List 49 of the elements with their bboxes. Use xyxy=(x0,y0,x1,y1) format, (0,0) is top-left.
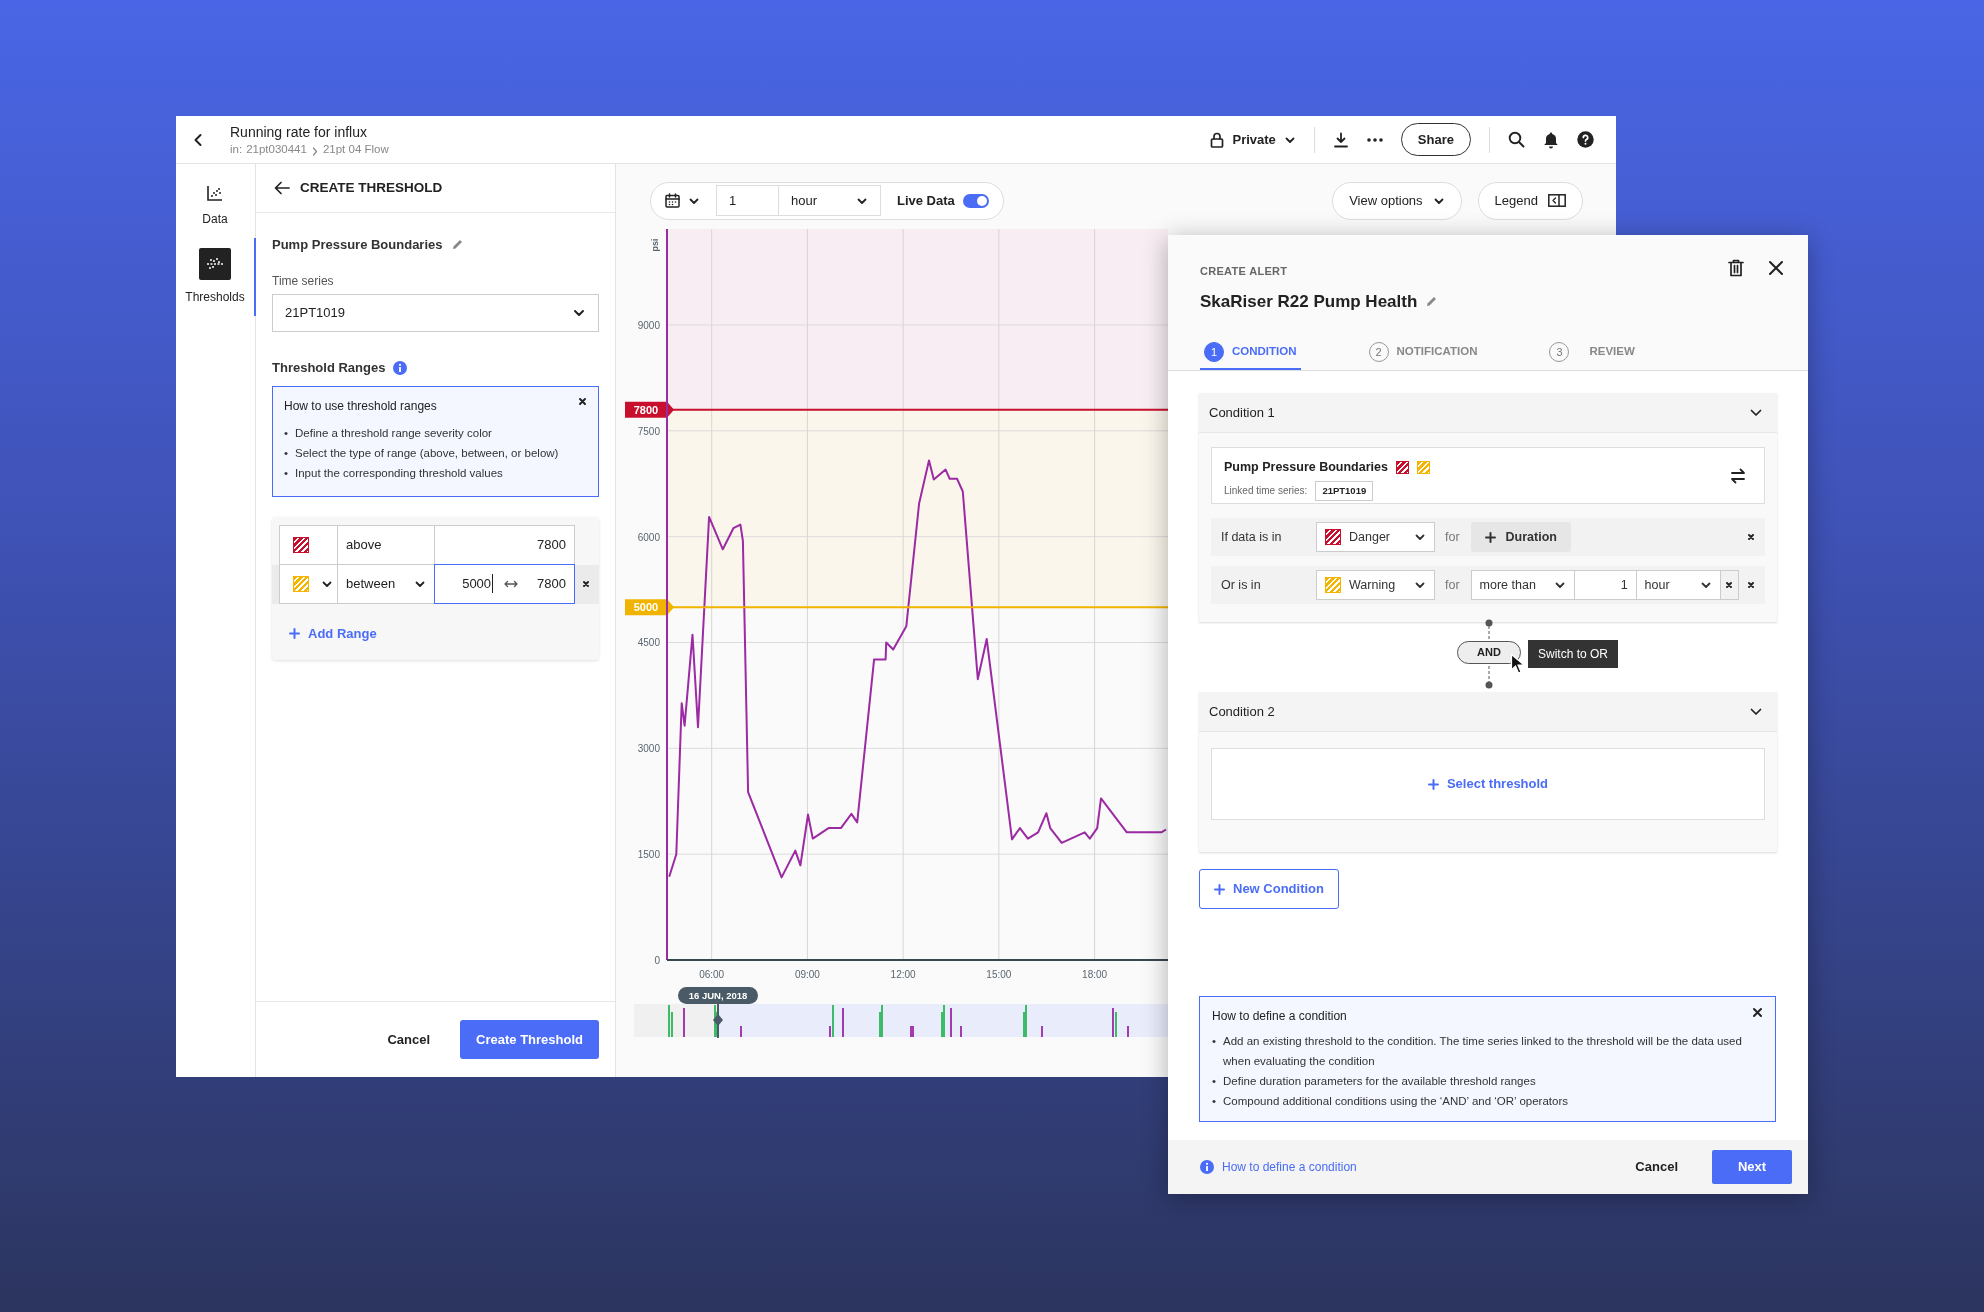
page-title: Running rate for influx xyxy=(230,123,367,140)
time-series-tag: 21PT1019 xyxy=(1315,480,1374,501)
threshold-name: Pump Pressure Boundaries xyxy=(1224,459,1388,476)
axis-label: 4500 xyxy=(637,637,660,649)
bullet-marker: • xyxy=(284,465,289,481)
bullet-marker: • xyxy=(284,445,289,461)
date-badge: 16 JUN, 2018 xyxy=(678,987,758,1004)
axis-label: 3000 xyxy=(637,743,660,755)
rule-label: for xyxy=(1445,576,1460,594)
axis-title: psi xyxy=(650,238,660,252)
modal-eyebrow: CREATE ALERT xyxy=(1200,265,1288,277)
condition-title: Condition 2 xyxy=(1209,702,1275,721)
help-text: Input the corresponding threshold values xyxy=(295,465,503,481)
help-text: Select the type of range (above, between, or below) xyxy=(295,445,559,461)
ref-line-label: 7800 xyxy=(633,403,659,416)
help-text: Compound additional conditions using the ‘AND’ and ‘OR’ operators xyxy=(1223,1094,1568,1109)
axis-label: 15:00 xyxy=(986,969,1012,980)
bullet-marker: • xyxy=(1212,1034,1217,1049)
field-label: Time series xyxy=(272,273,334,288)
bullet-marker: • xyxy=(1212,1094,1217,1109)
section-title: Threshold Ranges xyxy=(272,359,386,377)
help-text: Define a threshold range severity color xyxy=(295,425,492,441)
modal-title: SkaRiser R22 Pump Health xyxy=(1200,290,1418,313)
axis-label: 7500 xyxy=(637,425,660,437)
condition-title: Condition 1 xyxy=(1209,403,1275,422)
field-label: Linked time series: xyxy=(1224,484,1308,499)
axis-label: 0 xyxy=(654,955,660,966)
ref-line-label: 5000 xyxy=(633,601,659,614)
panel-title: CREATE THRESHOLD xyxy=(300,178,443,197)
axis-label: 18:00 xyxy=(1082,969,1108,980)
bullet-marker: • xyxy=(284,425,289,441)
axis-label: 6000 xyxy=(637,531,660,543)
threshold-name: Pump Pressure Boundaries xyxy=(272,236,443,254)
axis-label: 09:00 xyxy=(794,969,820,980)
help-text: Define duration parameters for the available threshold ranges xyxy=(1223,1074,1536,1089)
rule-label: for xyxy=(1445,528,1460,546)
help-title: How to define a condition xyxy=(1212,1008,1347,1023)
tooltip: Switch to OR xyxy=(1528,640,1619,668)
axis-label: 9000 xyxy=(637,319,660,331)
breadcrumb-prefix: in: xyxy=(230,142,243,157)
rule-label: If data is in xyxy=(1221,528,1283,546)
help-text: Add an existing threshold to the condition. The time series linked to the threshold will be the data used when evaluating the condition xyxy=(1223,1034,1743,1069)
bullet-marker: • xyxy=(1212,1074,1217,1089)
axis-label: 1500 xyxy=(637,849,660,861)
rule-label: Or is in xyxy=(1221,576,1262,594)
axis-label: 12:00 xyxy=(890,969,916,980)
live-data-label: Live Data xyxy=(897,191,955,210)
help-title: How to use threshold ranges xyxy=(284,397,437,415)
axis-label: 06:00 xyxy=(699,969,725,980)
